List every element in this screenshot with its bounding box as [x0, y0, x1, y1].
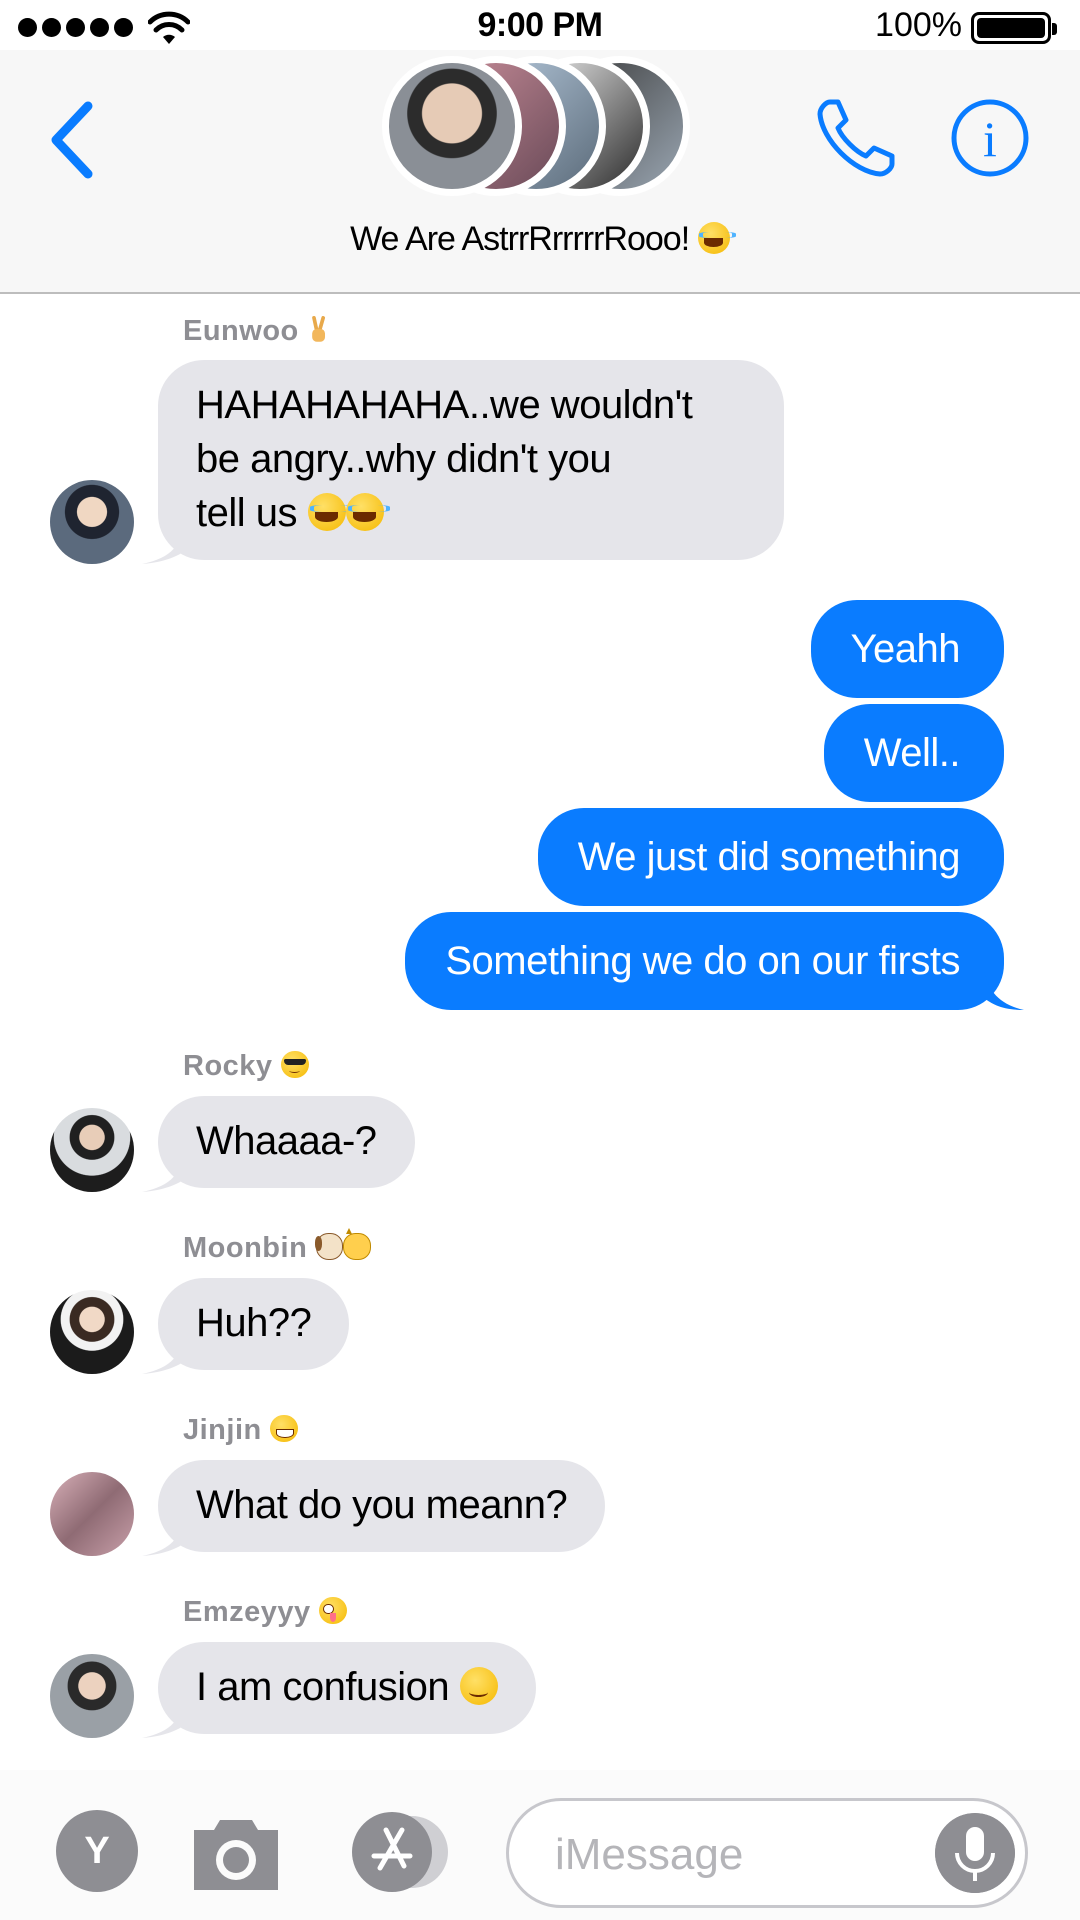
group-avatars[interactable] — [382, 50, 702, 206]
laughing-emoji-icon — [697, 221, 737, 255]
avatar — [382, 56, 522, 196]
camera-icon[interactable] — [190, 1814, 282, 1892]
info-icon[interactable]: i — [950, 98, 1030, 178]
composer-bar: Y — [0, 1770, 1080, 1920]
microphone-icon[interactable] — [935, 1813, 1015, 1893]
battery-percentage: 100% — [875, 6, 962, 44]
group-name[interactable]: We Are AstrrRrrrrrRooo! — [0, 220, 1080, 259]
svg-text:i: i — [983, 111, 997, 167]
incoming-message-bubble[interactable]: What do you meann? — [158, 1460, 606, 1552]
chevron-left-icon[interactable] — [44, 98, 100, 182]
slightly-smiling-emoji-icon — [459, 1666, 498, 1705]
sender-label: Jinjin — [183, 1414, 298, 1447]
incoming-message-bubble[interactable]: Whaaaa-? — [158, 1096, 415, 1188]
contact-initial-button[interactable]: Y — [56, 1810, 138, 1892]
laughing-emoji-icon — [307, 492, 352, 531]
outgoing-message-bubble[interactable]: Yeahh — [810, 600, 1004, 698]
bubble-tail — [984, 970, 1024, 1010]
battery-icon — [971, 12, 1057, 44]
status-bar: 9:00 PM 100% — [0, 0, 1080, 54]
message-input[interactable] — [506, 1798, 1028, 1908]
sender-label: Rocky — [183, 1050, 309, 1083]
outgoing-message-bubble[interactable]: Something we do on our firsts — [405, 912, 1004, 1010]
incoming-message-bubble[interactable]: HAHAHAHAHA..we wouldn't be angry..why di… — [158, 360, 784, 560]
sender-label: Emzeyyy — [183, 1596, 347, 1629]
avatar[interactable] — [50, 1108, 134, 1192]
sunglasses-emoji-icon — [281, 1050, 309, 1079]
app-store-icon[interactable] — [346, 1810, 458, 1894]
cat-emoji-icon — [343, 1228, 371, 1261]
victory-hand-emoji-icon — [312, 315, 326, 342]
phone-icon[interactable] — [812, 92, 902, 182]
dog-emoji-icon — [314, 1232, 344, 1261]
laughing-emoji-icon — [345, 492, 390, 531]
sender-label: Moonbin — [183, 1228, 371, 1265]
avatar[interactable] — [50, 1654, 134, 1738]
avatar[interactable] — [50, 1472, 134, 1556]
zany-face-emoji-icon — [319, 1596, 347, 1625]
message-text-field[interactable] — [555, 1829, 895, 1881]
avatar[interactable] — [50, 480, 134, 564]
avatar[interactable] — [50, 1290, 134, 1374]
conversation-header: i We Are AstrrRrrrrrRooo! — [0, 50, 1080, 294]
outgoing-message-bubble[interactable]: We just did something — [537, 808, 1004, 906]
outgoing-message-bubble[interactable]: Well.. — [823, 704, 1004, 802]
grinning-emoji-icon — [270, 1414, 298, 1443]
incoming-message-bubble[interactable]: I am confusion — [158, 1642, 536, 1734]
sender-label: Eunwoo — [183, 315, 331, 348]
incoming-message-bubble[interactable]: Huh?? — [158, 1278, 350, 1370]
